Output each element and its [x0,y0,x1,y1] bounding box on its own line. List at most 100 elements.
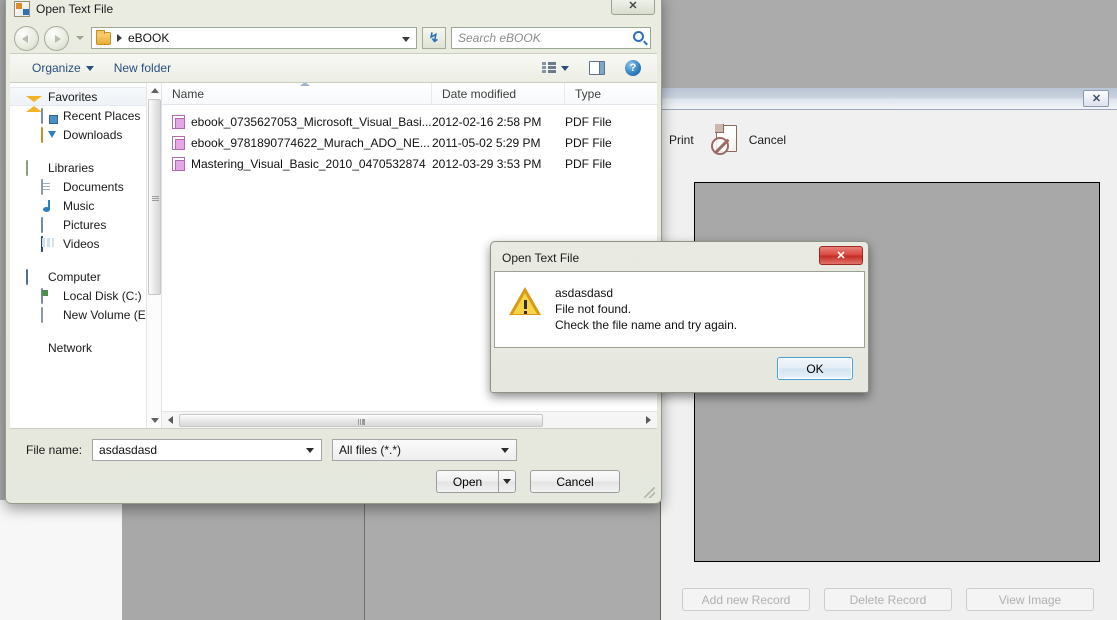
sidebar-item-favorites[interactable]: Favorites [10,87,161,112]
column-header-date-modified[interactable]: Date modified [432,83,565,104]
search-box[interactable]: Search eBOOK [451,27,651,49]
star-icon [26,90,42,112]
chevron-down-icon[interactable] [402,37,410,42]
chevron-down-icon [561,65,569,71]
table-row[interactable]: Mastering_Visual_Basic_2010_0470532874 2… [162,153,657,174]
sidebar-item-network[interactable]: Network [10,338,161,357]
file-list-column-headers: Name Date modified Type [162,83,657,105]
scroll-right-button[interactable] [640,412,657,429]
sidebar-item-downloads[interactable]: Downloads [10,125,161,144]
file-name-cell: ebook_0735627053_Microsoft_Visual_Basi..… [162,114,432,129]
file-list-horizontal-scrollbar[interactable] [162,411,657,428]
message-line-1: asdasdasd [555,286,614,300]
sidebar-item-videos[interactable]: Videos [10,234,161,253]
background-window-close-button[interactable]: ✕ [1083,90,1109,107]
cancel-button[interactable]: Cancel [530,470,620,493]
file-type-filter-dropdown[interactable]: All files (*.*) [332,439,518,461]
sidebar-item-label: Videos [63,236,100,251]
file-type-cell: PDF File [565,156,612,171]
pdf-file-icon [172,114,185,129]
sidebar-item-label: Computer [48,269,101,284]
column-header-type[interactable]: Type [565,83,657,104]
organize-label: Organize [32,61,81,75]
navigation-pane: Favorites Recent Places Downloads Librar… [10,83,162,428]
sidebar-item-pictures[interactable]: Pictures [10,215,161,234]
file-type-cell: PDF File [565,135,612,150]
resize-grip[interactable] [644,487,655,498]
nav-group-network: Network [10,338,161,357]
help-button[interactable]: ? [617,57,649,79]
warning-icon [509,287,541,316]
message-box-title: Open Text File [502,251,580,265]
navigate-forward-button[interactable] [44,25,69,51]
sidebar-item-new-volume-e[interactable]: New Volume (E:) [10,305,161,324]
open-button[interactable]: Open [436,470,498,493]
sidebar-item-libraries[interactable]: Libraries [10,158,161,177]
pdf-file-icon [172,156,185,171]
message-box-body: asdasdasd File not found. Check the file… [494,271,865,348]
chevron-down-icon[interactable] [501,448,510,453]
sidebar-item-label: Recent Places [63,108,141,123]
file-dialog-action-buttons: Open Cancel [26,470,641,493]
cancel-document-icon [710,123,744,157]
new-folder-button[interactable]: New folder [106,58,179,78]
computer-icon [26,268,42,285]
column-header-name[interactable]: Name [162,83,432,104]
table-row[interactable]: ebook_9781890774622_Murach_ADO_NE... 201… [162,132,657,153]
preview-pane-button[interactable] [581,58,613,78]
toolbar-item-print-label: Print [669,133,694,147]
file-type-filter-value: All files (*.*) [339,443,402,457]
scrollbar-thumb[interactable] [148,99,161,295]
music-icon [41,199,57,213]
toolbar-item-cancel[interactable]: Cancel [702,123,794,157]
horizontal-scrollbar-thumb[interactable] [179,413,543,427]
file-dialog-close-button[interactable]: ✕ [611,0,655,15]
sidebar-item-label: Pictures [63,217,107,232]
sidebar-item-label: Documents [63,179,124,194]
open-dropdown-button[interactable] [498,470,516,493]
file-name-text: Mastering_Visual_Basic_2010_0470532874 [191,156,426,171]
toolbar-item-cancel-label: Cancel [748,133,787,147]
navigate-back-button[interactable] [14,25,39,51]
view-image-button[interactable]: View Image [966,588,1094,611]
volume-icon [41,306,57,323]
sidebar-item-music[interactable]: Music [10,196,161,215]
file-name-input[interactable]: asdasdasd [92,439,323,461]
scroll-down-button[interactable] [147,413,161,428]
sidebar-item-label: Local Disk (C:) [63,288,142,303]
preview-pane-icon [589,61,605,75]
organize-menu-button[interactable]: Organize [24,58,102,78]
sidebar-item-documents[interactable]: Documents [10,177,161,196]
column-header-date-label: Date modified [442,86,517,101]
table-row[interactable]: ebook_0735627053_Microsoft_Visual_Basi..… [162,111,657,132]
toolbar-item-print[interactable]: Print [661,133,702,147]
delete-record-button[interactable]: Delete Record [824,588,952,611]
chevron-down-icon[interactable] [306,448,315,453]
refresh-button[interactable]: ↯ [422,27,446,49]
navigation-pane-scrollbar[interactable] [146,83,161,428]
background-window-toolbar: Print Cancel [661,110,1117,170]
recent-places-icon [41,107,57,124]
history-dropdown-icon[interactable] [76,36,84,40]
add-new-record-button[interactable]: Add new Record [682,588,810,611]
sidebar-item-computer[interactable]: Computer [10,267,161,286]
pictures-icon [41,216,57,233]
file-name-value: asdasdasd [99,443,158,457]
address-bar[interactable]: eBOOK [91,27,417,49]
view-mode-button[interactable] [534,59,577,77]
search-placeholder: Search eBOOK [458,31,541,45]
sidebar-item-label: Favorites [48,89,98,104]
scroll-up-button[interactable] [147,83,161,98]
message-box-text: asdasdasd File not found. Check the file… [555,285,737,333]
scroll-left-button[interactable] [162,412,179,429]
documents-icon [41,178,57,195]
sidebar-item-local-disk-c[interactable]: Local Disk (C:) [10,286,161,305]
file-name-row: File name: asdasdasd All files (*.*) [26,439,641,461]
file-date-cell: 2012-02-16 2:58 PM [432,114,542,129]
breadcrumb-current-folder[interactable]: eBOOK [128,31,169,45]
message-box-close-button[interactable]: ✕ [819,246,863,265]
file-dialog-footer: File name: asdasdasd All files (*.*) Ope… [8,429,659,501]
ok-button[interactable]: OK [777,357,853,380]
